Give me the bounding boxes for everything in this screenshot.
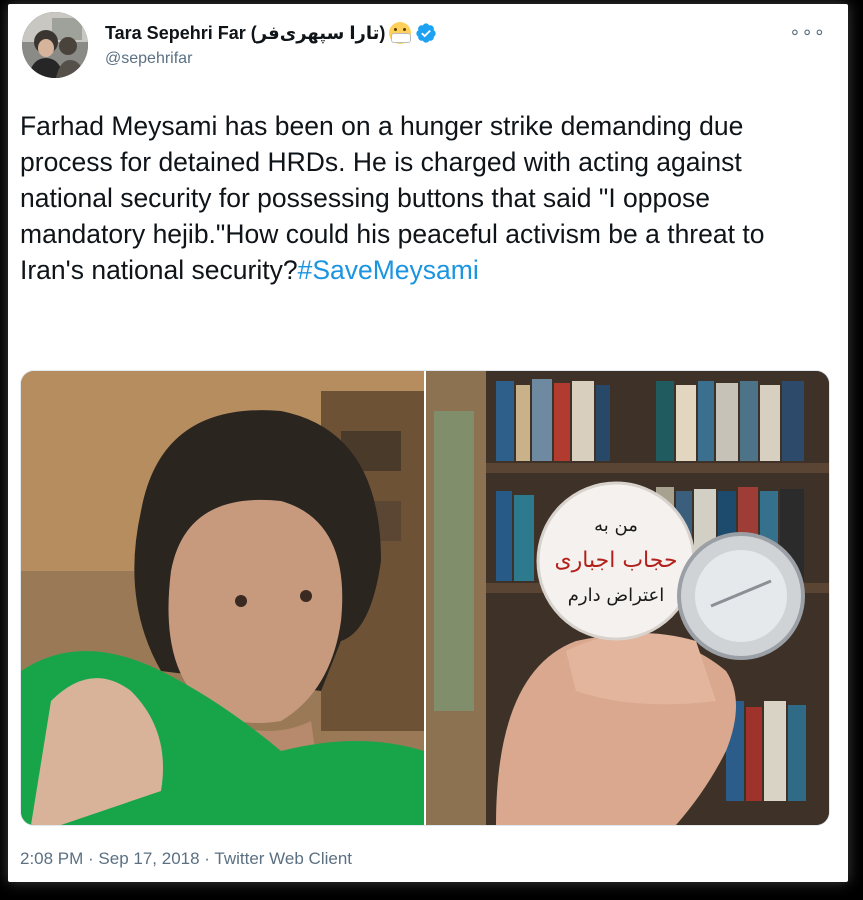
button-photo[interactable]: من به حجاب اجباری اعتراض دارم [426, 371, 829, 825]
tweet-text: Farhad Meysami has been on a hunger stri… [20, 108, 828, 288]
verified-badge-icon [416, 23, 437, 43]
hashtag-link[interactable]: #SaveMeysami [298, 255, 479, 285]
tweet-date[interactable]: Sep 17, 2018 [98, 849, 199, 868]
more-options-icon[interactable]: ∘∘∘ [789, 22, 826, 43]
button-line-2: حجاب اجباری [554, 548, 677, 573]
photo-icon [21, 371, 424, 825]
tweet-client[interactable]: Twitter Web Client [214, 849, 352, 868]
avatar[interactable] [22, 12, 88, 78]
tweet-time[interactable]: 2:08 PM [20, 849, 83, 868]
tweet-meta: 2:08 PM · Sep 17, 2018 · Twitter Web Cli… [20, 849, 352, 869]
meta-separator: · [83, 849, 99, 868]
screenshot-frame: Tara Sepehri Far (تارا سپهری‌فر) @sepehr… [0, 0, 863, 900]
meta-separator: · [199, 849, 215, 868]
media-grid: من به حجاب اجباری اعتراض دارم [20, 370, 830, 826]
avatar-photo [22, 12, 88, 78]
portrait-photo[interactable] [21, 371, 424, 825]
tweet-card: Tara Sepehri Far (تارا سپهری‌فر) @sepehr… [8, 4, 848, 882]
button-line-1: من به [594, 515, 638, 536]
photo-icon: من به حجاب اجباری اعتراض دارم [426, 371, 829, 825]
button-line-3: اعتراض دارم [568, 585, 664, 606]
face-with-medical-mask-icon [389, 22, 412, 44]
author-name-row[interactable]: Tara Sepehri Far (تارا سپهری‌فر) [105, 20, 437, 46]
author-handle[interactable]: @sepehrifar [105, 50, 192, 68]
author-display-name[interactable]: Tara Sepehri Far (تارا سپهری‌فر) [105, 23, 385, 44]
